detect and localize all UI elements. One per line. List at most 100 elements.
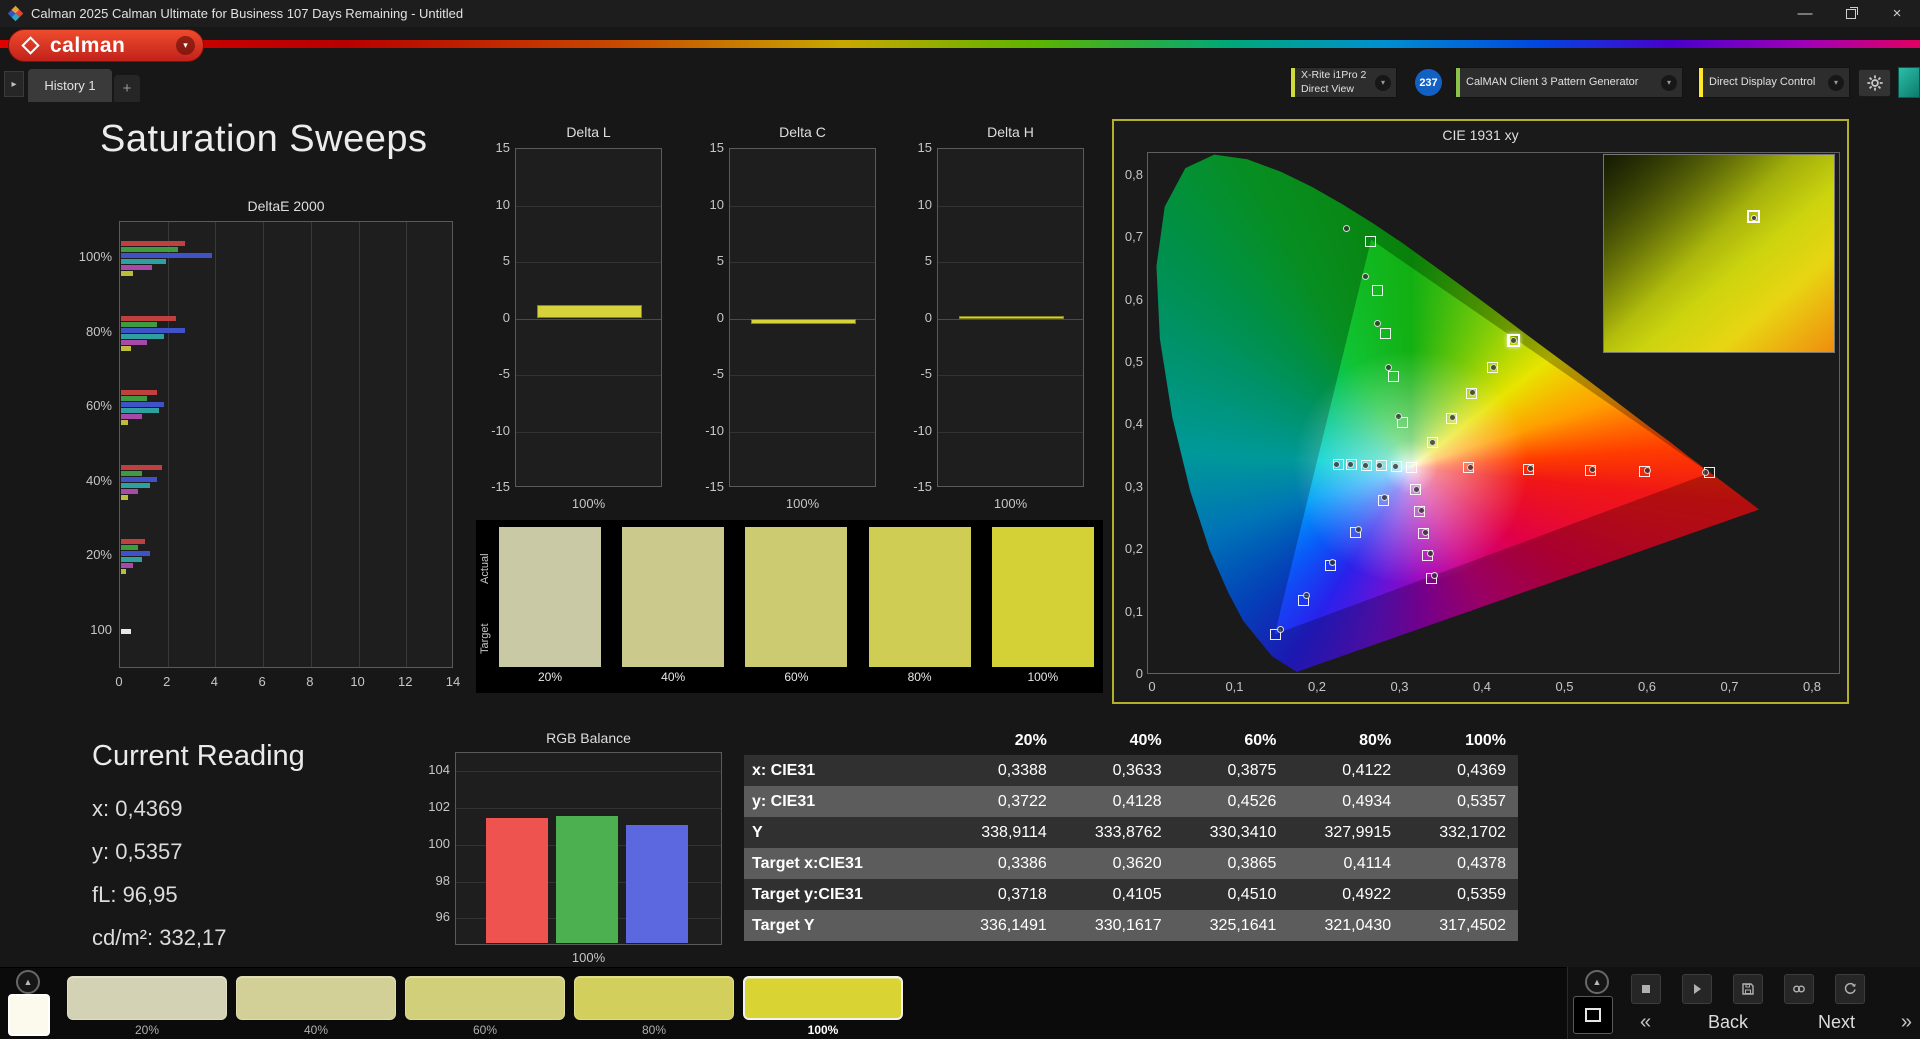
table-row: Y338,9114333,8762330,3410327,9915332,170… <box>744 817 1518 848</box>
cie-target-marker <box>1372 285 1383 296</box>
patch-button-20%[interactable] <box>67 976 227 1020</box>
actual-target-swatch-strip: ActualTarget20%40%60%80%100% <box>476 520 1103 693</box>
cie-measured-marker <box>1413 486 1420 493</box>
chart-title: DeltaE 2000 <box>119 198 453 214</box>
axis-label: 0 <box>462 310 510 325</box>
refresh-button[interactable] <box>1835 974 1865 1004</box>
table-row-label: x: CIE31 <box>744 762 944 780</box>
current-reading-panel: Current Reading x: 0,4369 y: 0,5357 fL: … <box>92 740 412 959</box>
deltae-bar <box>121 346 131 351</box>
patch-button-40%[interactable] <box>236 976 396 1020</box>
axis-label: -15 <box>884 479 932 494</box>
minimize-button[interactable]: — <box>1782 0 1828 27</box>
table-column-header: 100% <box>1403 732 1518 750</box>
axis-label: 0 <box>884 310 932 325</box>
link-button[interactable] <box>1784 974 1814 1004</box>
calman-menu-button[interactable]: calman ▾ <box>8 29 204 62</box>
gridline <box>516 319 661 320</box>
delta-c-chart: Delta C151050-5-10-15100% <box>674 122 886 517</box>
rgb-bar <box>626 825 688 943</box>
table-cell: 0,3386 <box>944 855 1059 873</box>
cie-1931-chart-panel: CIE 1931 xy 00,10,20,30,40,50,60,70,800,… <box>1112 119 1849 704</box>
meter-selector[interactable]: X-Rite i1Pro 2 Direct View ▾ <box>1290 67 1397 98</box>
axis-label: 15 <box>676 140 724 155</box>
stop-button[interactable] <box>1631 974 1661 1004</box>
table-column-header: 20% <box>944 732 1059 750</box>
axis-label: 102 <box>400 799 450 814</box>
table-cell: 0,4114 <box>1288 855 1403 873</box>
current-reading-fl: fL: 96,95 <box>92 873 412 916</box>
saturation-swatch <box>992 527 1094 667</box>
settings-button[interactable] <box>1858 69 1891 97</box>
calman-logo-text: calman <box>50 34 125 58</box>
axis-label: 8 <box>295 674 325 689</box>
deltae-bar <box>121 563 133 568</box>
back-button[interactable]: « Back <box>1640 1008 1748 1036</box>
expand-patch-bar-button[interactable]: ▲ <box>16 970 40 994</box>
deltae-bar <box>121 420 128 425</box>
tab-history-1[interactable]: History 1 <box>28 69 112 102</box>
chevron-down-icon: ▾ <box>1828 75 1844 91</box>
pattern-window-button[interactable] <box>1573 996 1613 1034</box>
table-row-label: Target y:CIE31 <box>744 886 944 904</box>
deltae-bar <box>121 629 131 634</box>
white-patch-preview[interactable] <box>8 994 50 1036</box>
next-chevron-icon: » <box>1901 1011 1912 1034</box>
patch-button-60%[interactable] <box>405 976 565 1020</box>
axis-label: 0,7 <box>1710 679 1750 694</box>
table-cell: 338,9114 <box>944 824 1059 842</box>
cie-target-marker <box>1380 328 1391 339</box>
deltae-bar <box>121 247 178 252</box>
axis-label: -5 <box>676 366 724 381</box>
pattern-generator-text: CalMAN Client 3 Pattern Generator <box>1460 76 1661 90</box>
patch-button-label: 100% <box>743 1023 903 1037</box>
workflow-accent-button[interactable] <box>1898 67 1920 98</box>
axis-label: 100 <box>400 836 450 851</box>
axis-label: 0,8 <box>1116 167 1143 182</box>
table-cell: 0,4934 <box>1288 793 1403 811</box>
axis-label: 0 <box>1132 679 1172 694</box>
table-cell: 0,3620 <box>1059 855 1174 873</box>
next-button[interactable]: Next » <box>1818 1008 1912 1036</box>
table-cell: 0,4510 <box>1174 886 1289 904</box>
patch-button-100%[interactable] <box>743 976 903 1020</box>
axis-label: 0,6 <box>1627 679 1667 694</box>
maximize-button[interactable] <box>1828 0 1874 27</box>
axis-label: 98 <box>400 873 450 888</box>
gridline <box>406 222 407 667</box>
table-cell: 0,4369 <box>1403 762 1518 780</box>
save-button[interactable] <box>1733 974 1763 1004</box>
table-cell: 325,1641 <box>1174 917 1289 935</box>
chevron-down-icon: ▾ <box>1375 75 1391 91</box>
axis-label: 0,3 <box>1380 679 1420 694</box>
deltae-bar <box>121 539 145 544</box>
app-window: Calman 2025 Calman Ultimate for Business… <box>0 0 1920 1039</box>
rgb-bar <box>556 816 618 943</box>
swatch-row-label-actual: Actual <box>479 538 495 600</box>
cie-inset-target-marker <box>1747 210 1760 223</box>
cie-inset-measured-marker <box>1751 215 1757 221</box>
table-cell: 0,4526 <box>1174 793 1289 811</box>
axis-label: 60% <box>60 398 112 413</box>
add-tab-button[interactable]: + <box>114 75 140 102</box>
close-button[interactable]: × <box>1874 0 1920 27</box>
gridline <box>359 222 360 667</box>
saturation-swatch <box>745 527 847 667</box>
axis-label: 0,2 <box>1116 541 1143 556</box>
table-column-header: 60% <box>1174 732 1289 750</box>
deltae-bar <box>121 483 150 488</box>
tab-scroll-button[interactable]: ▸ <box>4 71 24 97</box>
expand-controls-button[interactable]: ▲ <box>1585 970 1609 994</box>
gridline <box>730 206 875 207</box>
patch-button-80%[interactable] <box>574 976 734 1020</box>
delta-l-chart: Delta L151050-5-10-15100% <box>460 122 672 517</box>
gridline <box>516 375 661 376</box>
pattern-generator-selector[interactable]: CalMAN Client 3 Pattern Generator ▾ <box>1455 67 1683 98</box>
display-control-selector[interactable]: Direct Display Control ▾ <box>1698 67 1850 98</box>
play-button[interactable] <box>1682 974 1712 1004</box>
axis-label: 6 <box>247 674 277 689</box>
refresh-icon <box>1843 982 1857 996</box>
swatch-row-label-target: Target <box>479 608 495 670</box>
window-controls: — × <box>1782 0 1920 27</box>
axis-label: 100% <box>455 950 722 965</box>
